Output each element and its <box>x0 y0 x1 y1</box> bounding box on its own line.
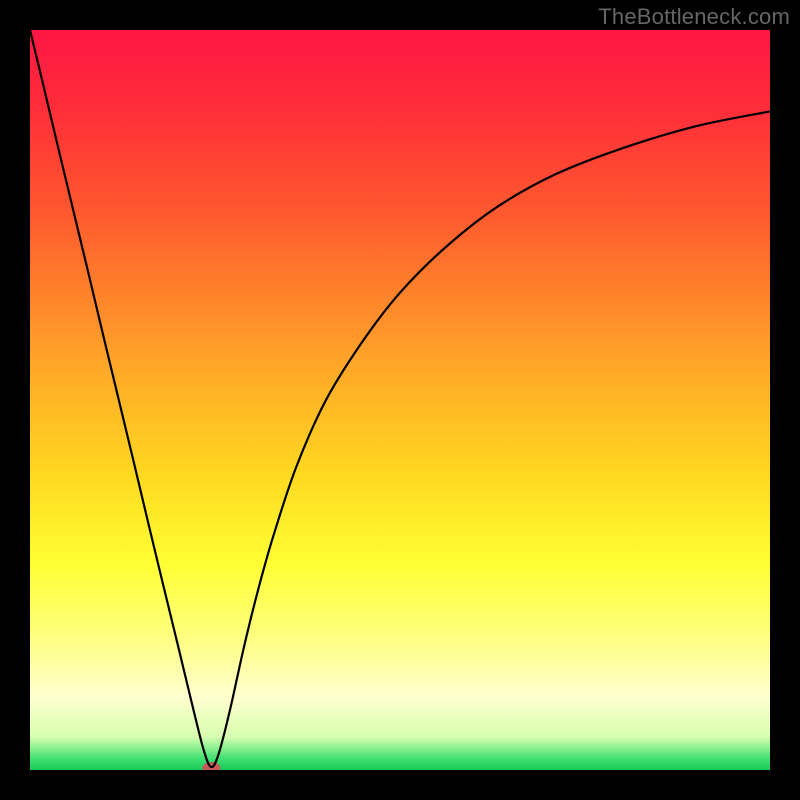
watermark-text: TheBottleneck.com <box>598 4 790 30</box>
chart-background-gradient <box>30 30 770 770</box>
chart-plot-area <box>30 30 770 770</box>
chart-svg <box>30 30 770 770</box>
chart-frame: TheBottleneck.com <box>0 0 800 800</box>
